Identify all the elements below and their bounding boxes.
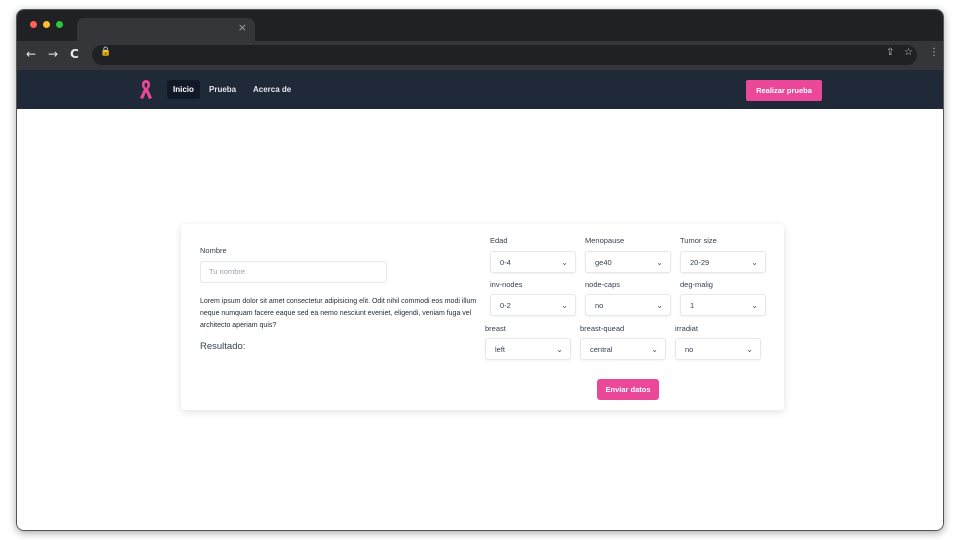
description-text: Lorem ipsum dolor sit amet consectetur a… xyxy=(200,298,477,329)
deg-malig-label: deg-malig xyxy=(680,280,713,289)
irradiat-label: irradiat xyxy=(675,324,698,333)
chevron-down-icon: ⌄ xyxy=(656,301,663,310)
irradiat-select[interactable]: no ⌄ xyxy=(675,338,761,360)
reload-icon[interactable]: C xyxy=(70,47,79,61)
browser-menu-icon[interactable]: ⋮ xyxy=(929,47,939,58)
breast-label: breast xyxy=(485,324,506,333)
edad-label: Edad xyxy=(490,236,508,245)
chevron-down-icon: ⌄ xyxy=(561,258,568,267)
result-label: Resultado: xyxy=(200,341,246,352)
inv-nodes-label: inv-nodes xyxy=(490,280,523,289)
tab-close-icon[interactable]: × xyxy=(238,21,247,34)
breast-select[interactable]: left ⌄ xyxy=(485,338,571,360)
breast-value: left xyxy=(495,345,506,354)
chevron-down-icon: ⌄ xyxy=(746,345,753,354)
prediction-form-card: Nombre Tu nombre Lorem ipsum dolor sit a… xyxy=(181,224,784,410)
tumor-size-value: 20-29 xyxy=(690,258,710,267)
breast-quead-select[interactable]: central ⌄ xyxy=(580,338,666,360)
share-icon[interactable]: ⇪ xyxy=(886,47,894,58)
chevron-down-icon: ⌄ xyxy=(751,301,758,310)
node-caps-value: no xyxy=(595,301,604,310)
breast-quead-label: breast-quead xyxy=(580,324,625,333)
name-label: Nombre xyxy=(200,246,227,255)
name-input[interactable]: Tu nombre xyxy=(200,261,387,283)
menopause-select[interactable]: ge40 ⌄ xyxy=(585,251,671,273)
browser-window: × ← → C 🔒 ⇪ ☆ ⋮ Inicio Prueba Acerca de … xyxy=(16,9,944,531)
maximize-window-button[interactable] xyxy=(56,21,63,28)
url-bar[interactable]: 🔒 xyxy=(92,45,917,65)
irradiat-value: no xyxy=(685,345,694,354)
chevron-down-icon: ⌄ xyxy=(651,345,658,354)
pink-ribbon-icon[interactable] xyxy=(138,78,154,100)
chevron-down-icon: ⌄ xyxy=(561,301,568,310)
menopause-label: Menopause xyxy=(585,236,625,245)
nav-link-prueba[interactable]: Prueba xyxy=(203,80,242,99)
bookmark-star-icon[interactable]: ☆ xyxy=(904,47,913,58)
deg-malig-value: 1 xyxy=(690,301,695,310)
deg-malig-select[interactable]: 1 ⌄ xyxy=(680,294,766,316)
browser-toolbar: ← → C 🔒 ⇪ ☆ ⋮ xyxy=(17,41,943,70)
forward-arrow-icon[interactable]: → xyxy=(48,47,58,61)
nav-link-acerca-de[interactable]: Acerca de xyxy=(247,80,297,99)
enviar-datos-button[interactable]: Enviar datos xyxy=(597,379,659,400)
inv-nodes-value: 0-2 xyxy=(500,301,511,310)
close-window-button[interactable] xyxy=(30,21,37,28)
chevron-down-icon: ⌄ xyxy=(751,258,758,267)
browser-tab[interactable]: × xyxy=(77,18,255,41)
menopause-value: ge40 xyxy=(595,258,612,267)
nav-link-inicio[interactable]: Inicio xyxy=(167,80,200,99)
chevron-down-icon: ⌄ xyxy=(556,345,563,354)
edad-value: 0-4 xyxy=(500,258,511,267)
chevron-down-icon: ⌄ xyxy=(656,258,663,267)
node-caps-select[interactable]: no ⌄ xyxy=(585,294,671,316)
tumor-size-select[interactable]: 20-29 ⌄ xyxy=(680,251,766,273)
back-arrow-icon[interactable]: ← xyxy=(26,47,36,61)
browser-titlebar: × xyxy=(17,10,943,41)
node-caps-label: node-caps xyxy=(585,280,621,289)
page-content: Inicio Prueba Acerca de Realizar prueba … xyxy=(17,70,943,530)
edad-select[interactable]: 0-4 ⌄ xyxy=(490,251,576,273)
lock-icon: 🔒 xyxy=(100,47,112,57)
realizar-prueba-button[interactable]: Realizar prueba xyxy=(746,80,822,101)
site-navbar: Inicio Prueba Acerca de Realizar prueba xyxy=(17,70,943,109)
breast-quead-value: central xyxy=(590,345,613,354)
tumor-size-label: Tumor size xyxy=(680,236,717,245)
minimize-window-button[interactable] xyxy=(43,21,50,28)
inv-nodes-select[interactable]: 0-2 ⌄ xyxy=(490,294,576,316)
